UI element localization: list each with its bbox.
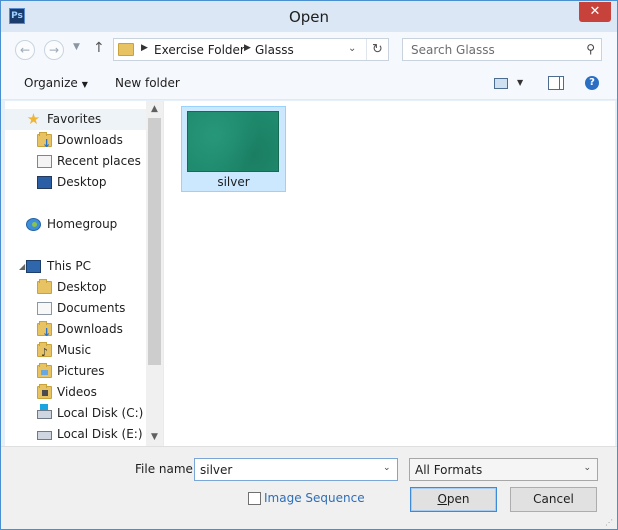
sidebar-item-pc-desktop[interactable]: Desktop [5, 277, 146, 298]
sidebar-item-this-pc[interactable]: ◢ This PC [5, 256, 146, 277]
open-dialog: Ps Open ✕ ← → ▼ ↑ ▶ Exercise Folder ▶ Gl… [0, 0, 618, 530]
close-button[interactable]: ✕ [579, 2, 611, 22]
scroll-up-icon[interactable]: ▲ [146, 101, 163, 118]
file-format-value: All Formats [415, 463, 483, 477]
sidebar-item-recent-places[interactable]: Recent places [5, 151, 146, 172]
sidebar-item-label: Homegroup [47, 217, 118, 231]
sidebar-item-label: Recent places [57, 154, 141, 168]
file-list[interactable]: silver [163, 101, 615, 446]
desktop-folder-icon [37, 279, 52, 294]
sidebar-item-label: This PC [47, 259, 91, 273]
sidebar-item-label: Downloads [57, 133, 123, 147]
sidebar-item-favorites[interactable]: ★ Favorites [5, 109, 146, 130]
file-format-select[interactable]: All Formats ⌄ [409, 458, 598, 481]
window-title: Open [288, 8, 330, 26]
desktop-icon [37, 176, 52, 189]
sidebar-item-pictures[interactable]: Pictures [5, 361, 146, 382]
homegroup-icon [26, 218, 41, 231]
file-name-label: silver [217, 175, 250, 189]
navigation-bar: ← → ▼ ↑ ▶ Exercise Folder ▶ Glasss ⌄ ↻ S… [1, 32, 617, 67]
help-icon[interactable]: ? [585, 76, 599, 90]
file-name-field-label: File name: [135, 462, 197, 476]
sidebar-item-label: Local Disk (E:) [57, 427, 143, 441]
star-icon: ★ [26, 110, 41, 128]
sidebar-item-label: Local Disk (C:) [57, 406, 144, 420]
sidebar-item-homegroup[interactable]: Homegroup [5, 214, 146, 235]
music-folder-icon [37, 342, 52, 363]
organize-label: Organize [24, 76, 78, 90]
computer-icon [26, 260, 41, 273]
breadcrumb-exercise-folder[interactable]: Exercise Folder [154, 43, 245, 57]
documents-folder-icon [37, 302, 52, 315]
downloads-folder-icon [37, 132, 52, 154]
refresh-button[interactable]: ↻ [366, 39, 388, 60]
sidebar-item-label: Pictures [57, 364, 105, 378]
sidebar-item-label: Desktop [57, 280, 107, 294]
sidebar-item-documents[interactable]: Documents [5, 298, 146, 319]
sidebar-item-label: Videos [57, 385, 97, 399]
address-bar[interactable]: ▶ Exercise Folder ▶ Glasss ⌄ ↻ [113, 38, 389, 61]
chevron-down-icon: ⌄ [583, 463, 591, 473]
resize-grip-icon[interactable]: ⋰ [605, 518, 613, 527]
sidebar-item-local-disk-c[interactable]: Local Disk (C:) [5, 403, 146, 424]
preview-pane-icon[interactable] [548, 76, 564, 90]
open-button[interactable]: Open [410, 487, 497, 512]
navigation-pane: ★ Favorites Downloads Recent places Desk… [5, 101, 146, 446]
address-dropdown-icon[interactable]: ⌄ [348, 43, 356, 54]
recent-places-icon [37, 155, 52, 168]
sidebar-item-downloads[interactable]: Downloads [5, 130, 146, 154]
breadcrumb-separator[interactable]: ▶ [141, 43, 148, 53]
new-folder-button[interactable]: New folder [115, 76, 180, 90]
command-bar: Organize ▼ New folder ▼ ? [1, 67, 617, 100]
sidebar-item-local-disk-e[interactable]: Local Disk (E:) [5, 424, 146, 445]
pictures-folder-icon [37, 363, 52, 378]
back-button[interactable]: ← [15, 40, 35, 60]
cancel-button[interactable]: Cancel [510, 487, 597, 512]
videos-folder-icon [37, 384, 52, 399]
view-options-dropdown[interactable]: ▼ [517, 78, 523, 87]
sidebar-item-label: Music [57, 343, 92, 357]
organize-button[interactable]: Organize ▼ [24, 76, 88, 90]
change-view-icon[interactable] [494, 78, 508, 89]
folder-icon [118, 43, 134, 56]
sidebar-item-videos[interactable]: Videos [5, 382, 146, 403]
sidebar-scrollbar[interactable]: ▲ ▼ [146, 101, 163, 446]
file-name-input[interactable]: silver [194, 458, 398, 481]
sidebar-item-music[interactable]: Music [5, 340, 146, 363]
bottom-panel: File name: silver ⌄ All Formats ⌄ Image … [1, 446, 617, 529]
chevron-down-icon: ▼ [81, 80, 88, 89]
breadcrumb-glasss[interactable]: Glasss [255, 43, 294, 57]
search-input[interactable]: Search Glasss [411, 43, 495, 57]
sidebar-item-label: Downloads [57, 322, 123, 336]
downloads-folder-icon [37, 321, 52, 343]
image-sequence-checkbox[interactable] [248, 492, 261, 505]
system-drive-icon [37, 404, 52, 419]
scrollbar-thumb[interactable] [148, 118, 161, 365]
image-sequence-label[interactable]: Image Sequence [264, 491, 365, 505]
sidebar-item-pc-downloads[interactable]: Downloads [5, 319, 146, 343]
sidebar-item-label: Favorites [47, 112, 102, 126]
recent-locations-dropdown[interactable]: ▼ [73, 42, 80, 52]
title-bar[interactable]: Ps Open ✕ [1, 1, 617, 32]
file-name-dropdown-icon[interactable]: ⌄ [383, 463, 391, 473]
image-thumbnail [187, 111, 279, 172]
sidebar-item-label: Desktop [57, 175, 107, 189]
sidebar-item-label: Documents [57, 301, 126, 315]
sidebar-item-desktop[interactable]: Desktop [5, 172, 146, 193]
open-label: pen [446, 492, 470, 506]
forward-button[interactable]: → [44, 40, 64, 60]
scroll-down-icon[interactable]: ▼ [146, 429, 163, 446]
breadcrumb-separator[interactable]: ▶ [244, 43, 251, 53]
drive-icon [37, 431, 52, 440]
open-mnemonic: O [437, 492, 447, 506]
search-box[interactable]: Search Glasss ⚲ [402, 38, 602, 61]
search-icon[interactable]: ⚲ [586, 42, 595, 56]
up-button[interactable]: ↑ [93, 40, 105, 56]
file-item-silver[interactable]: silver [181, 106, 286, 192]
expanded-arrow-icon[interactable]: ◢ [19, 256, 25, 277]
